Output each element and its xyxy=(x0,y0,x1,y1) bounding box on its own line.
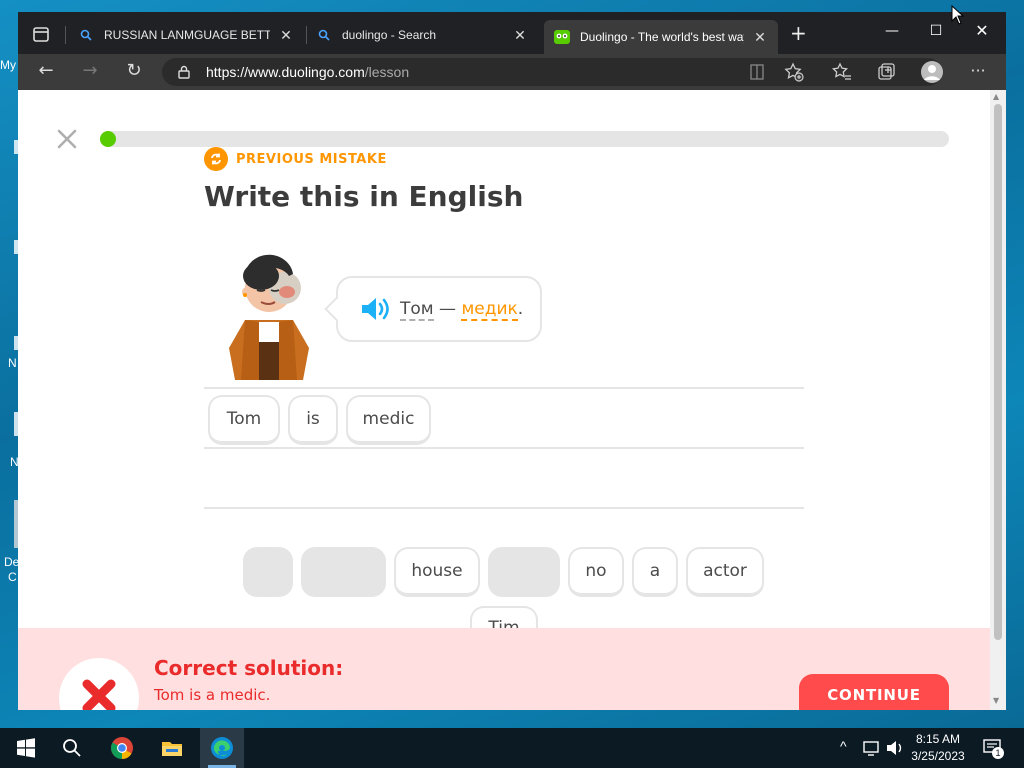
prompt-bubble: Том — медик. xyxy=(336,276,542,342)
word-bank-chip[interactable]: actor xyxy=(686,547,764,597)
incorrect-badge xyxy=(59,658,139,710)
windows-start-icon[interactable] xyxy=(14,736,38,760)
favorites-icon[interactable] xyxy=(831,61,853,83)
minimize-icon[interactable]: — xyxy=(872,18,912,46)
network-icon[interactable] xyxy=(862,738,882,758)
word-bank-slot-used xyxy=(243,547,293,597)
collections-icon[interactable] xyxy=(875,61,897,83)
answer-line xyxy=(204,447,804,449)
desktop-icon-label[interactable]: My xyxy=(0,58,16,72)
tab-title: duolingo - Search xyxy=(342,28,437,42)
url-text: https://www.duolingo.com/lesson xyxy=(206,64,409,80)
tab-separator xyxy=(306,26,307,44)
quit-lesson-icon[interactable] xyxy=(56,128,78,150)
clock-date[interactable]: 3/25/2023 xyxy=(906,749,970,763)
add-favorite-icon[interactable] xyxy=(783,61,805,83)
action-center-icon[interactable]: 1 xyxy=(982,737,1004,759)
lesson-progress-bar xyxy=(100,131,949,147)
answer-chip[interactable]: is xyxy=(288,395,338,445)
forward-icon[interactable]: → xyxy=(76,60,104,84)
show-hidden-icons-icon[interactable]: ^ xyxy=(840,738,847,754)
maximize-icon[interactable]: ☐ xyxy=(916,18,956,46)
volume-icon[interactable] xyxy=(885,738,905,758)
more-options-icon[interactable]: ··· xyxy=(964,60,992,84)
url-field[interactable]: https://www.duolingo.com/lesson xyxy=(162,58,942,86)
search-icon xyxy=(80,29,92,41)
scroll-down-icon[interactable]: ▼ xyxy=(993,696,999,705)
mouse-cursor-icon xyxy=(951,5,965,25)
notification-count: 1 xyxy=(992,747,1004,759)
duolingo-favicon-icon xyxy=(554,30,570,44)
tab-title: RUSSIAN LANMGUAGE BETTER xyxy=(104,28,270,42)
answer-chip[interactable]: Tom xyxy=(208,395,280,445)
prompt-dash: — xyxy=(433,299,462,319)
prompt-word-new[interactable]: медик xyxy=(461,299,518,321)
previous-mistake-label: PREVIOUS MISTAKE xyxy=(204,147,387,171)
tab-separator xyxy=(65,26,66,44)
search-icon xyxy=(318,29,330,41)
word-bank-slot-used xyxy=(488,547,560,597)
tab-duolingo-search[interactable]: duolingo - Search ✕ xyxy=(308,20,538,50)
lock-icon[interactable] xyxy=(178,65,190,79)
taskbar: ^ 8:15 AM 3/25/2023 1 xyxy=(0,728,1024,768)
word-bank-chip[interactable]: house xyxy=(394,547,480,597)
tab-russian[interactable]: RUSSIAN LANMGUAGE BETTER ✕ xyxy=(70,20,304,50)
correct-solution-text: Tom is a medic. xyxy=(154,686,271,704)
close-tab-icon[interactable]: ✕ xyxy=(752,29,768,46)
feedback-title: Correct solution: xyxy=(154,656,344,680)
progress-fill xyxy=(100,131,116,147)
lesson-page: PREVIOUS MISTAKE Write this in English Т… xyxy=(18,90,990,710)
desktop-icon-label[interactable]: C xyxy=(8,570,17,584)
challenge-heading: Write this in English xyxy=(204,180,524,213)
chrome-icon[interactable] xyxy=(110,736,134,760)
desktop-icon-label[interactable]: N xyxy=(8,356,17,370)
tab-duolingo-lesson[interactable]: Duolingo - The world's best way ✕ xyxy=(544,20,778,54)
search-icon[interactable] xyxy=(60,736,84,760)
address-bar: ← → ↻ https://www.duolingo.com/lesson ··… xyxy=(18,54,1006,90)
repeat-icon xyxy=(204,147,228,171)
clock-time[interactable]: 8:15 AM xyxy=(906,732,970,746)
answer-line xyxy=(204,507,804,509)
prompt-sentence: Том — медик. xyxy=(400,299,524,321)
scroll-thumb[interactable] xyxy=(994,104,1002,640)
answer-chip[interactable]: medic xyxy=(346,395,431,445)
profile-avatar-icon[interactable] xyxy=(920,60,944,84)
answer-line xyxy=(204,387,804,389)
close-tab-icon[interactable]: ✕ xyxy=(278,27,294,44)
speaker-icon[interactable] xyxy=(360,296,390,322)
new-tab-icon[interactable]: + xyxy=(790,23,807,43)
incorrect-x-icon xyxy=(82,679,116,710)
feedback-panel: Correct solution: Tom is a medic. CONTIN… xyxy=(18,628,990,710)
browser-window: RUSSIAN LANMGUAGE BETTER ✕ duolingo - Se… xyxy=(18,12,1006,710)
tab-actions-icon[interactable] xyxy=(28,24,54,46)
close-window-icon[interactable]: ✕ xyxy=(962,18,1002,46)
tab-title: Duolingo - The world's best way xyxy=(580,30,744,44)
edge-icon[interactable] xyxy=(210,736,234,760)
prompt-word[interactable]: Том xyxy=(400,299,434,321)
continue-button[interactable]: CONTINUE xyxy=(799,674,949,710)
character-illustration xyxy=(229,254,309,380)
previous-mistake-text: PREVIOUS MISTAKE xyxy=(236,151,387,167)
word-bank-chip[interactable]: a xyxy=(632,547,678,597)
file-explorer-icon[interactable] xyxy=(160,736,184,760)
tab-bar: RUSSIAN LANMGUAGE BETTER ✕ duolingo - Se… xyxy=(18,12,1006,54)
page-scrollbar[interactable]: ▲ ▼ xyxy=(990,90,1006,710)
word-bank-chip[interactable]: no xyxy=(568,547,624,597)
url-host: https://www.duolingo.com xyxy=(206,64,365,80)
close-tab-icon[interactable]: ✕ xyxy=(512,27,528,44)
word-bank-slot-used xyxy=(301,547,386,597)
back-icon[interactable]: ← xyxy=(32,60,60,84)
reader-view-icon[interactable] xyxy=(746,61,768,83)
scroll-up-icon[interactable]: ▲ xyxy=(993,92,999,101)
refresh-icon[interactable]: ↻ xyxy=(120,60,148,84)
url-path: /lesson xyxy=(364,64,410,80)
prompt-period: . xyxy=(517,299,524,319)
